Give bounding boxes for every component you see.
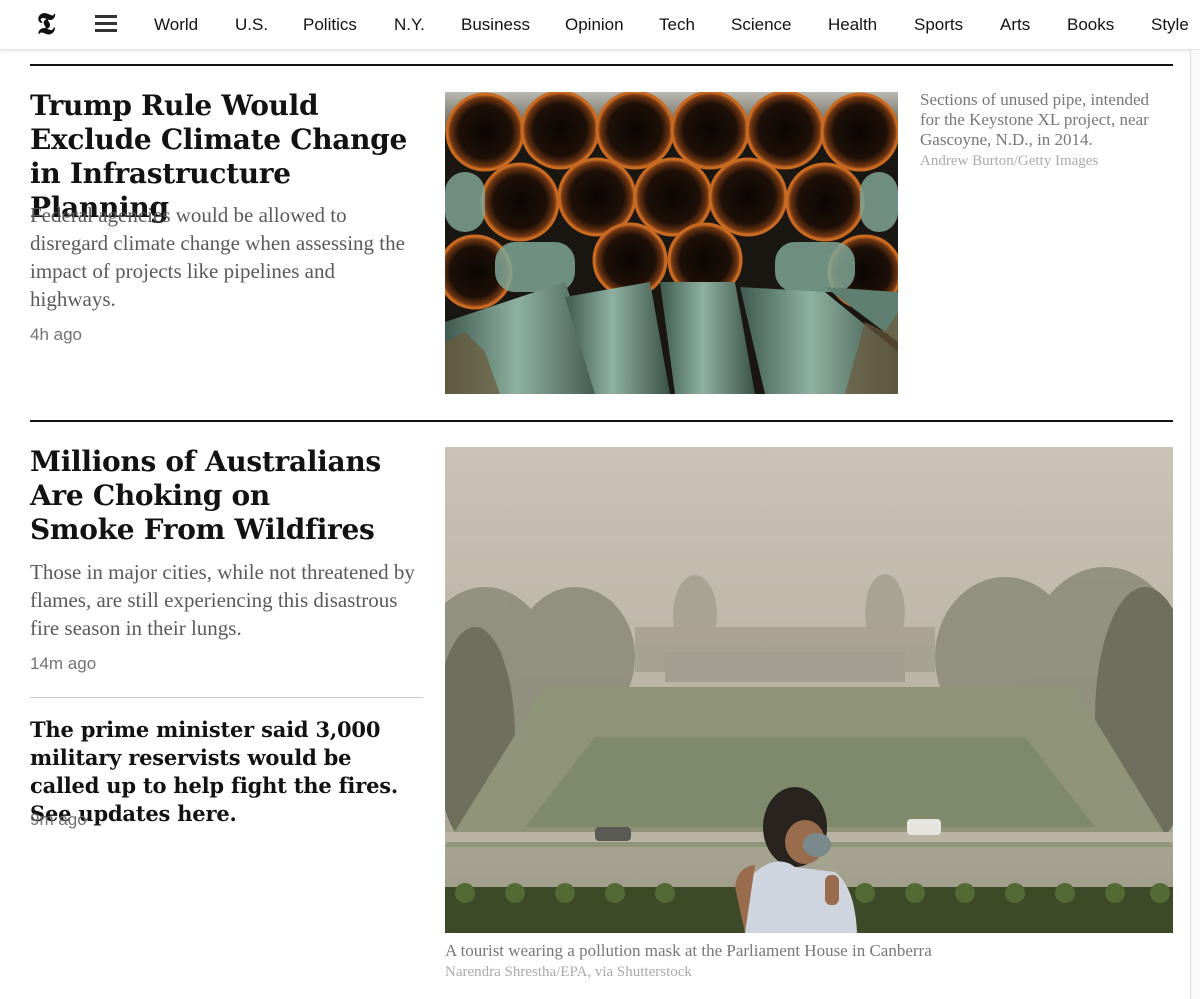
nav-link-politics[interactable]: Politics (303, 15, 357, 35)
nav-link-business[interactable]: Business (461, 15, 530, 35)
section-divider (30, 64, 1173, 66)
story2-related-headline[interactable]: The prime minister said 3,000 military r… (30, 716, 425, 828)
headline-line: Millions of Australians (30, 445, 381, 478)
nav-link-us[interactable]: U.S. (235, 15, 268, 35)
section-divider (30, 420, 1173, 422)
nav-link-arts[interactable]: Arts (1000, 15, 1030, 35)
story1-timestamp: 4h ago (30, 325, 82, 344)
nav-link-world[interactable]: World (154, 15, 198, 35)
headline-line: Are Choking on (30, 479, 270, 512)
story-divider (30, 697, 423, 698)
story2-timestamp: 14m ago (30, 654, 97, 673)
nav-link-health[interactable]: Health (828, 15, 877, 35)
nav-link-tech[interactable]: Tech (659, 15, 695, 35)
headline-line: Trump Rule Would (30, 89, 319, 122)
story2-headline[interactable]: Millions of Australians Are Choking on S… (30, 445, 430, 547)
headline-line: Exclude Climate Change (30, 123, 407, 156)
nav-link-ny[interactable]: N.Y. (394, 15, 425, 35)
nav-link-books[interactable]: Books (1067, 15, 1114, 35)
nav-link-style[interactable]: Style (1151, 15, 1189, 35)
pipeline-photo[interactable] (445, 92, 898, 394)
nav-link-sports[interactable]: Sports (914, 15, 963, 35)
nyt-logo-icon[interactable]: 𝕿 (33, 9, 59, 41)
story1-photo-caption: Sections of unused pipe, intended for th… (920, 90, 1149, 149)
story2-summary: Those in major cities, while not threate… (30, 560, 415, 640)
story1-summary: Federal agencies would be allowed to dis… (30, 203, 405, 311)
story2-photo-credit: Narendra Shrestha/EPA, via Shutterstock (445, 964, 692, 980)
story2-photo-caption: A tourist wearing a pollution mask at th… (445, 941, 932, 960)
headline-line: Smoke From Wildfires (30, 513, 375, 546)
story2-related-timestamp: 9m ago (30, 810, 87, 829)
hamburger-menu-icon[interactable] (95, 15, 117, 33)
nav-link-opinion[interactable]: Opinion (565, 15, 624, 35)
top-navigation-bar: 𝕿 World U.S. Politics N.Y. Business Opin… (0, 0, 1200, 50)
smoke-canberra-photo[interactable] (445, 447, 1173, 933)
page-scrollbar[interactable] (1190, 50, 1200, 999)
nav-link-science[interactable]: Science (731, 15, 791, 35)
story1-photo-credit: Andrew Burton/Getty Images (920, 153, 1099, 169)
